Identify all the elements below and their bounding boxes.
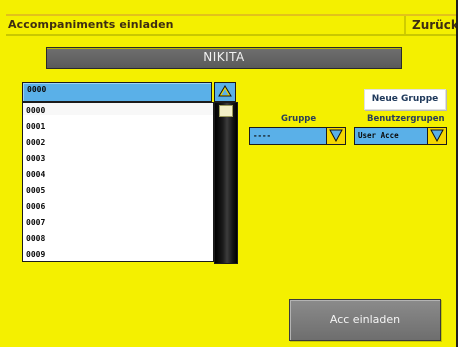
user-groups-value: User Acce <box>358 131 399 140</box>
scroll-up-button[interactable] <box>214 82 236 102</box>
back-button[interactable]: Zurück <box>412 18 458 32</box>
title-bar-divider <box>404 16 406 34</box>
list-item[interactable]: 0007 <box>26 218 45 227</box>
accompaniment-list: 0000 0000 0001 0002 0003 0004 0005 0006 … <box>22 82 240 264</box>
group-dropdown-button[interactable] <box>326 127 346 145</box>
list-item[interactable]: 0005 <box>26 186 45 195</box>
list-item[interactable]: 0000 <box>26 106 45 115</box>
list-item[interactable]: 0004 <box>26 170 45 179</box>
invite-accompaniment-button[interactable]: Acc einladen <box>289 299 441 341</box>
triangle-up-icon <box>218 85 232 97</box>
triangle-down-icon <box>430 129 444 142</box>
list-item[interactable]: 0008 <box>26 234 45 243</box>
title-bar-bottom-border <box>6 34 456 36</box>
new-group-label: Neue Gruppe <box>371 94 439 104</box>
title-bar: Accompaniments einladen Zurück <box>6 14 458 36</box>
list-item[interactable]: 0006 <box>26 202 45 211</box>
list-item[interactable]: 0009 <box>26 250 45 259</box>
title-bar-top-border <box>6 14 456 16</box>
list-scrollbar[interactable] <box>214 102 238 264</box>
accompaniment-invite-screen: Accompaniments einladen Zurück NIKITA 00… <box>0 0 458 347</box>
group-label: Gruppe <box>281 114 317 124</box>
list-item[interactable]: 0001 <box>26 122 45 131</box>
list-body[interactable]: 0000 0001 0002 0003 0004 0005 0006 0007 … <box>22 102 214 262</box>
scroll-thumb[interactable] <box>219 105 233 117</box>
selected-item-field[interactable]: 0000 <box>22 82 212 102</box>
group-dropdown[interactable]: ---- <box>249 127 346 145</box>
invite-label: Acc einladen <box>329 313 401 326</box>
name-banner: NIKITA <box>46 47 402 69</box>
list-item[interactable]: 0002 <box>26 138 45 147</box>
page-title: Accompaniments einladen <box>8 18 174 31</box>
group-value: ---- <box>253 131 272 140</box>
triangle-down-icon <box>329 129 343 142</box>
selected-item-value: 0000 <box>27 85 47 94</box>
banner-name: NIKITA <box>203 50 245 64</box>
list-item[interactable]: 0003 <box>26 154 45 163</box>
user-groups-label: Benutzergrupen <box>367 114 445 124</box>
user-groups-dropdown[interactable]: User Acce <box>354 127 447 145</box>
user-groups-dropdown-button[interactable] <box>427 127 447 145</box>
list-selected-row-bg <box>23 103 213 115</box>
new-group-button[interactable]: Neue Gruppe <box>364 89 446 110</box>
